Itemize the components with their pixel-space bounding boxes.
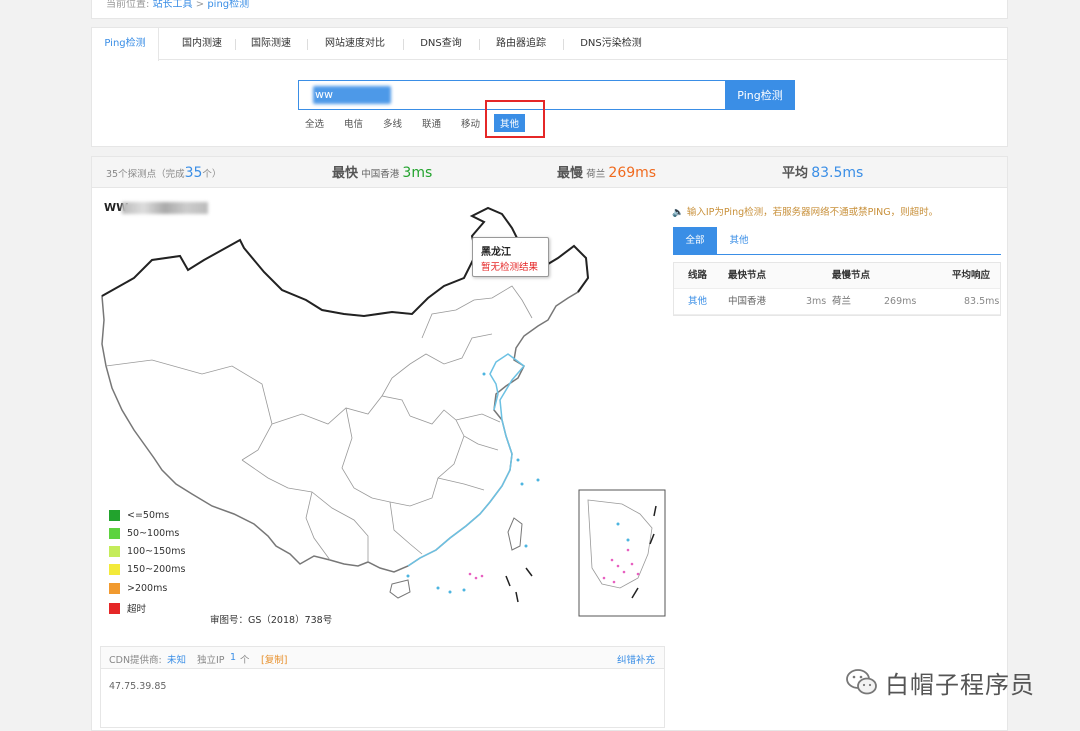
- legend-item: 100~150ms: [109, 546, 185, 560]
- row-line[interactable]: 其他: [688, 289, 707, 315]
- cdn-ip-count[interactable]: 1: [230, 652, 236, 663]
- watermark-text: 白帽子程序员: [885, 671, 1035, 699]
- tooltip-title: 黑龙江: [481, 247, 511, 258]
- table-header: 线路 最快节点 最慢节点 平均响应: [674, 263, 1000, 289]
- copy-ip-button[interactable]: [复制]: [261, 652, 287, 666]
- average-stat: 平均 83.5ms: [782, 165, 864, 181]
- row-slow-ms: 269ms: [884, 296, 917, 307]
- filter-telecom[interactable]: 电信: [344, 116, 363, 130]
- cdn-info-box: CDN提供商: 未知 独立IP 1 个 [复制] 纠错补充 47.75.39.8…: [100, 646, 665, 728]
- highlight-box: [485, 100, 545, 138]
- province-tooltip: 黑龙江 暂无检测结果: [472, 237, 549, 277]
- result-tab-all[interactable]: 全部: [673, 227, 717, 254]
- taiwan-island: [507, 517, 523, 551]
- legend-swatch: [109, 583, 120, 594]
- filter-mobile[interactable]: 移动: [461, 116, 480, 130]
- summary-stats: 35个探测点（完成35个） 最快 中国香港 3ms 最慢 荷兰 269ms 平均…: [91, 156, 1008, 188]
- breadcrumb-prefix: 当前位置:: [106, 0, 150, 10]
- ping-submit-button[interactable]: Ping检测: [725, 80, 795, 110]
- resolved-ip: 47.75.39.85: [109, 681, 167, 692]
- legend-item: >200ms: [109, 583, 167, 597]
- tab-international-speed[interactable]: 国际测速: [235, 28, 307, 60]
- header-slowest-node: 最慢节点: [832, 270, 871, 281]
- tab-domestic-speed[interactable]: 国内测速: [159, 28, 245, 60]
- legend-item: <=50ms: [109, 510, 169, 524]
- legend-swatch: [109, 546, 120, 557]
- fastest-stat: 最快 中国香港 3ms: [332, 165, 433, 181]
- row-fast-node: 中国香港: [728, 296, 767, 307]
- legend-item: 150~200ms: [109, 564, 185, 578]
- header-fastest-node: 最快节点: [728, 270, 767, 281]
- south-sea-inset: [578, 489, 666, 617]
- tooltip-status: 暂无检测结果: [481, 262, 539, 273]
- legend-swatch: [109, 564, 120, 575]
- feedback-link[interactable]: 纠错补充: [617, 652, 655, 666]
- table-row: 其他 中国香港 3ms 荷兰 269ms 83.5ms: [674, 289, 1000, 315]
- ping-tool-panel: Ping检测 国内测速 国际测速 网站速度对比 DNS查询 路由器追踪 DNS污…: [91, 27, 1008, 147]
- hainan-island: [389, 579, 411, 599]
- results-panel: WW 黑龙江 暂无检测结果 <=50ms 50~100ms 100~150ms …: [91, 188, 1008, 731]
- breadcrumb-link-tools[interactable]: 站长工具: [153, 0, 193, 10]
- notice-text: 输入IP为Ping检测，若服务器网络不通或禁PING，则超时。: [686, 207, 939, 218]
- cdn-header: CDN提供商: 未知 独立IP 1 个 [复制] 纠错补充: [101, 647, 664, 669]
- breadcrumb-separator: >: [195, 0, 205, 10]
- row-fast-ms: 3ms: [806, 296, 827, 307]
- result-tab-other[interactable]: 其他: [717, 227, 761, 254]
- tool-tabbar: Ping检测 国内测速 国际测速 网站速度对比 DNS查询 路由器追踪 DNS污…: [92, 28, 1007, 61]
- header-average: 平均响应: [952, 270, 991, 281]
- cdn-ip-label: 独立IP: [197, 655, 225, 666]
- breadcrumb-current[interactable]: ping检测: [207, 0, 249, 10]
- probe-count: 35个探测点（完成35个）: [106, 165, 222, 181]
- island-dots-magenta: [468, 572, 484, 580]
- tab-dns-query[interactable]: DNS查询: [403, 28, 479, 60]
- legend-item: 超时: [109, 601, 146, 615]
- speaker-icon: 🔈: [672, 207, 684, 218]
- tab-site-speed-compare[interactable]: 网站速度对比: [307, 28, 403, 60]
- filter-all[interactable]: 全选: [305, 116, 324, 130]
- url-input-value: ww: [315, 88, 333, 101]
- breadcrumb: 当前位置: 站长工具 > ping检测: [91, 0, 1008, 19]
- ping-notice: 🔈 输入IP为Ping检测，若服务器网络不通或禁PING，则超时。: [672, 204, 938, 218]
- wechat-icon: [846, 669, 877, 695]
- results-table: 线路 最快节点 最慢节点 平均响应 其他 中国香港 3ms 荷兰 269ms 8…: [673, 262, 1001, 316]
- tab-ping[interactable]: Ping检测: [92, 28, 159, 61]
- slowest-stat: 最慢 荷兰 269ms: [557, 165, 657, 181]
- cdn-ip-unit: 个: [240, 655, 250, 666]
- legend-swatch: [109, 602, 120, 614]
- legend-swatch: [109, 528, 120, 539]
- legend-item: 50~100ms: [109, 528, 179, 542]
- cdn-provider-value[interactable]: 未知: [167, 652, 186, 666]
- legend-swatch: [109, 510, 120, 521]
- row-slow-node: 荷兰: [832, 296, 852, 307]
- row-average: 83.5ms: [964, 296, 1000, 307]
- tab-route-trace[interactable]: 路由器追踪: [479, 28, 563, 60]
- result-tabs: 全部 其他: [673, 227, 1001, 255]
- filter-unicom[interactable]: 联通: [422, 116, 441, 130]
- cdn-provider-label: CDN提供商:: [109, 655, 162, 666]
- tab-dns-pollution[interactable]: DNS污染检测: [563, 28, 659, 60]
- header-line: 线路: [688, 270, 708, 281]
- filter-multiline[interactable]: 多线: [383, 116, 402, 130]
- map-review-number: 审图号：GS（2018）738号: [210, 615, 333, 626]
